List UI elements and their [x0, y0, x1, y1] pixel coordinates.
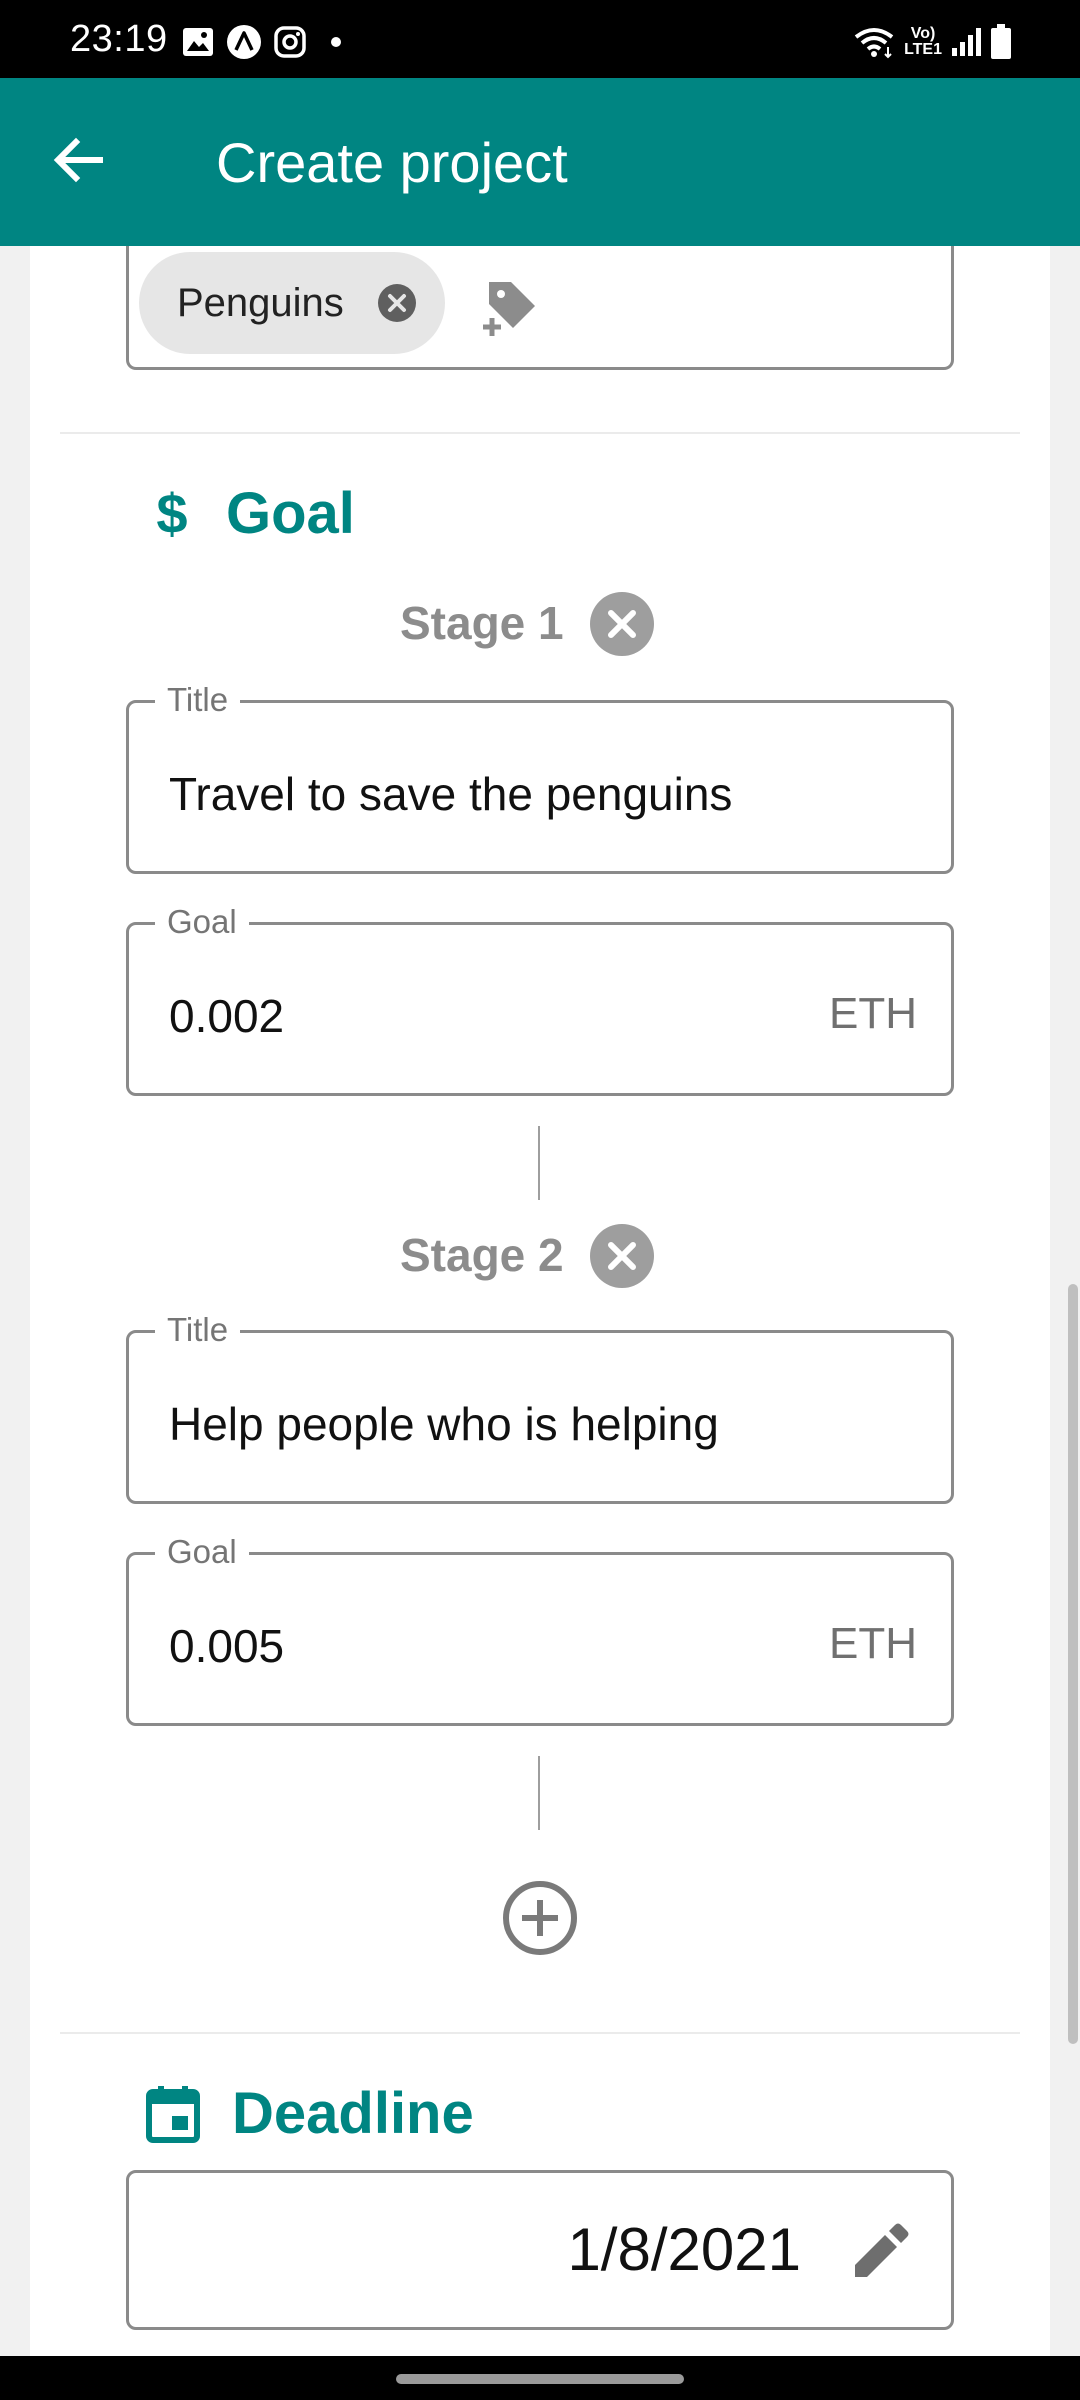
- arrow-back-icon: [53, 137, 103, 183]
- battery-icon: [991, 24, 1011, 59]
- stage-header: Stage 2: [30, 1224, 1050, 1294]
- gallery-icon: [183, 28, 213, 56]
- stage-goal-field[interactable]: Goal 0.002 ETH: [126, 903, 954, 1096]
- field-label: Goal: [155, 903, 249, 941]
- tag-chip[interactable]: Penguins: [139, 252, 445, 354]
- chip-remove-icon[interactable]: [377, 283, 417, 323]
- remove-stage-icon[interactable]: [590, 1224, 654, 1288]
- volte-label-top: Vo): [910, 25, 936, 42]
- section-divider: [60, 2032, 1020, 2034]
- calendar-icon: [146, 2085, 200, 2143]
- signal-icon: [952, 28, 981, 56]
- dot-icon: [331, 37, 341, 47]
- stage-connector: [538, 1756, 540, 1830]
- remove-stage-icon[interactable]: [590, 592, 654, 656]
- page-title: Create project: [216, 131, 568, 194]
- deadline-field[interactable]: 1/8/2021: [126, 2170, 954, 2330]
- deadline-section-header: Deadline: [146, 2080, 474, 2147]
- stage-title-input[interactable]: Help people who is helping: [169, 1397, 719, 1451]
- add-tag-icon[interactable]: [481, 278, 539, 336]
- wifi-icon: [854, 28, 894, 59]
- stage-title-field[interactable]: Title Travel to save the penguins: [126, 681, 954, 874]
- section-divider: [60, 432, 1020, 434]
- app-a-icon: [227, 25, 261, 59]
- goal-section-header: $ Goal: [150, 480, 355, 547]
- instagram-icon: [274, 26, 306, 58]
- notification-icons: [182, 24, 348, 60]
- stage-header: Stage 1: [30, 592, 1050, 662]
- goal-section-title: Goal: [226, 481, 355, 546]
- currency-suffix: ETH: [829, 989, 917, 1038]
- scrollbar[interactable]: [1068, 1284, 1078, 2044]
- app-bar: Create project: [0, 78, 1080, 246]
- system-icons: Vo) LTE1: [852, 24, 1012, 60]
- navigation-bar: [0, 2356, 1080, 2400]
- tags-field[interactable]: Penguins: [126, 246, 954, 370]
- stage-title-input[interactable]: Travel to save the penguins: [169, 767, 732, 821]
- pencil-icon[interactable]: [849, 2221, 911, 2283]
- stage-title-field[interactable]: Title Help people who is helping: [126, 1311, 954, 1504]
- volte-label-bottom: LTE1: [904, 41, 942, 58]
- stage-connector: [538, 1126, 540, 1200]
- add-circle-icon[interactable]: [502, 1880, 578, 1956]
- deadline-date: 1/8/2021: [567, 2216, 801, 2283]
- field-label: Title: [155, 1311, 241, 1349]
- tag-chip-label: Penguins: [177, 280, 344, 325]
- volte-label: Vo) LTE1: [904, 26, 942, 58]
- status-bar: 23:19 Vo) LTE1: [0, 0, 1080, 78]
- back-button[interactable]: [42, 124, 114, 196]
- currency-suffix: ETH: [829, 1619, 917, 1668]
- field-label: Goal: [155, 1533, 249, 1571]
- stage-title: Stage 2: [400, 1229, 564, 1281]
- create-project-form: Penguins $ Goal Stage 1 Title Travel to: [30, 246, 1050, 2356]
- home-indicator[interactable]: [396, 2374, 684, 2384]
- status-time: 23:19: [70, 18, 168, 60]
- deadline-section-title: Deadline: [232, 2081, 474, 2146]
- stage-goal-input[interactable]: 0.005: [169, 1619, 284, 1673]
- field-label: Title: [155, 681, 241, 719]
- dollar-icon: $: [156, 483, 187, 545]
- svg-text:$: $: [156, 483, 187, 545]
- stage-goal-input[interactable]: 0.002: [169, 989, 284, 1043]
- stage-goal-field[interactable]: Goal 0.005 ETH: [126, 1533, 954, 1726]
- stage-title: Stage 1: [400, 597, 564, 649]
